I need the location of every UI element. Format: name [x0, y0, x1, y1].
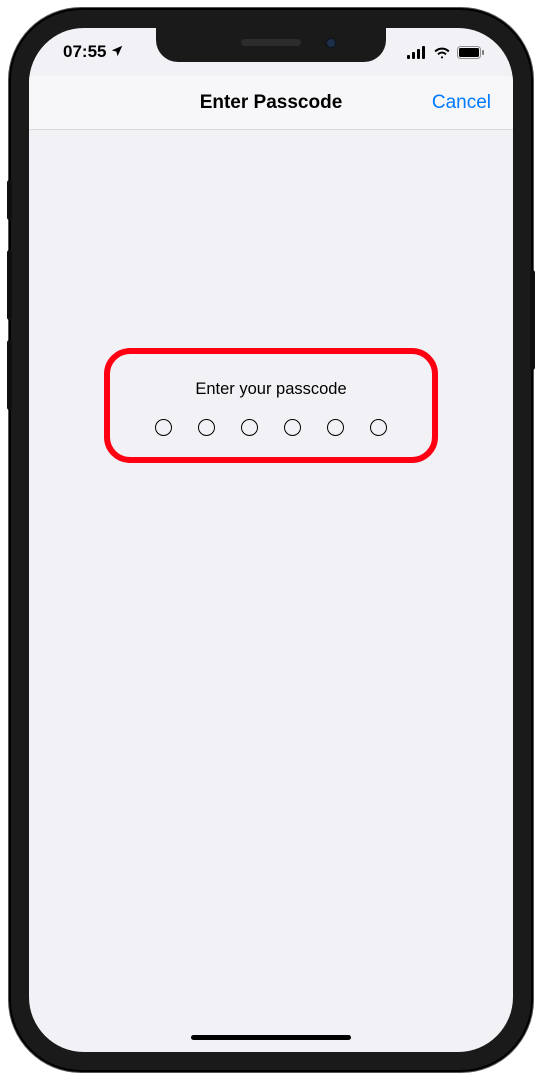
status-time: 07:55	[63, 42, 106, 62]
passcode-highlight-annotation: Enter your passcode	[104, 348, 438, 463]
passcode-dot	[155, 419, 172, 436]
cancel-button[interactable]: Cancel	[432, 92, 491, 114]
wifi-icon	[433, 46, 451, 59]
battery-icon	[457, 46, 485, 59]
passcode-prompt-label: Enter your passcode	[195, 380, 346, 399]
screen: 07:55	[29, 28, 513, 1052]
volume-up-button	[7, 250, 12, 320]
passcode-dot	[198, 419, 215, 436]
passcode-dot	[370, 419, 387, 436]
passcode-dot	[327, 419, 344, 436]
passcode-dots-row[interactable]	[155, 419, 387, 436]
device-frame: 07:55	[11, 10, 531, 1070]
front-camera	[326, 38, 336, 48]
notch	[156, 28, 386, 62]
speaker-grille	[241, 39, 301, 46]
location-icon	[110, 44, 124, 61]
power-button	[530, 270, 535, 370]
home-indicator[interactable]	[191, 1035, 351, 1041]
passcode-dot	[284, 419, 301, 436]
silence-switch	[7, 180, 12, 220]
passcode-dot	[241, 419, 258, 436]
nav-bar: Enter Passcode Cancel	[29, 76, 513, 130]
cellular-signal-icon	[407, 46, 427, 59]
volume-down-button	[7, 340, 12, 410]
nav-title: Enter Passcode	[200, 92, 343, 114]
